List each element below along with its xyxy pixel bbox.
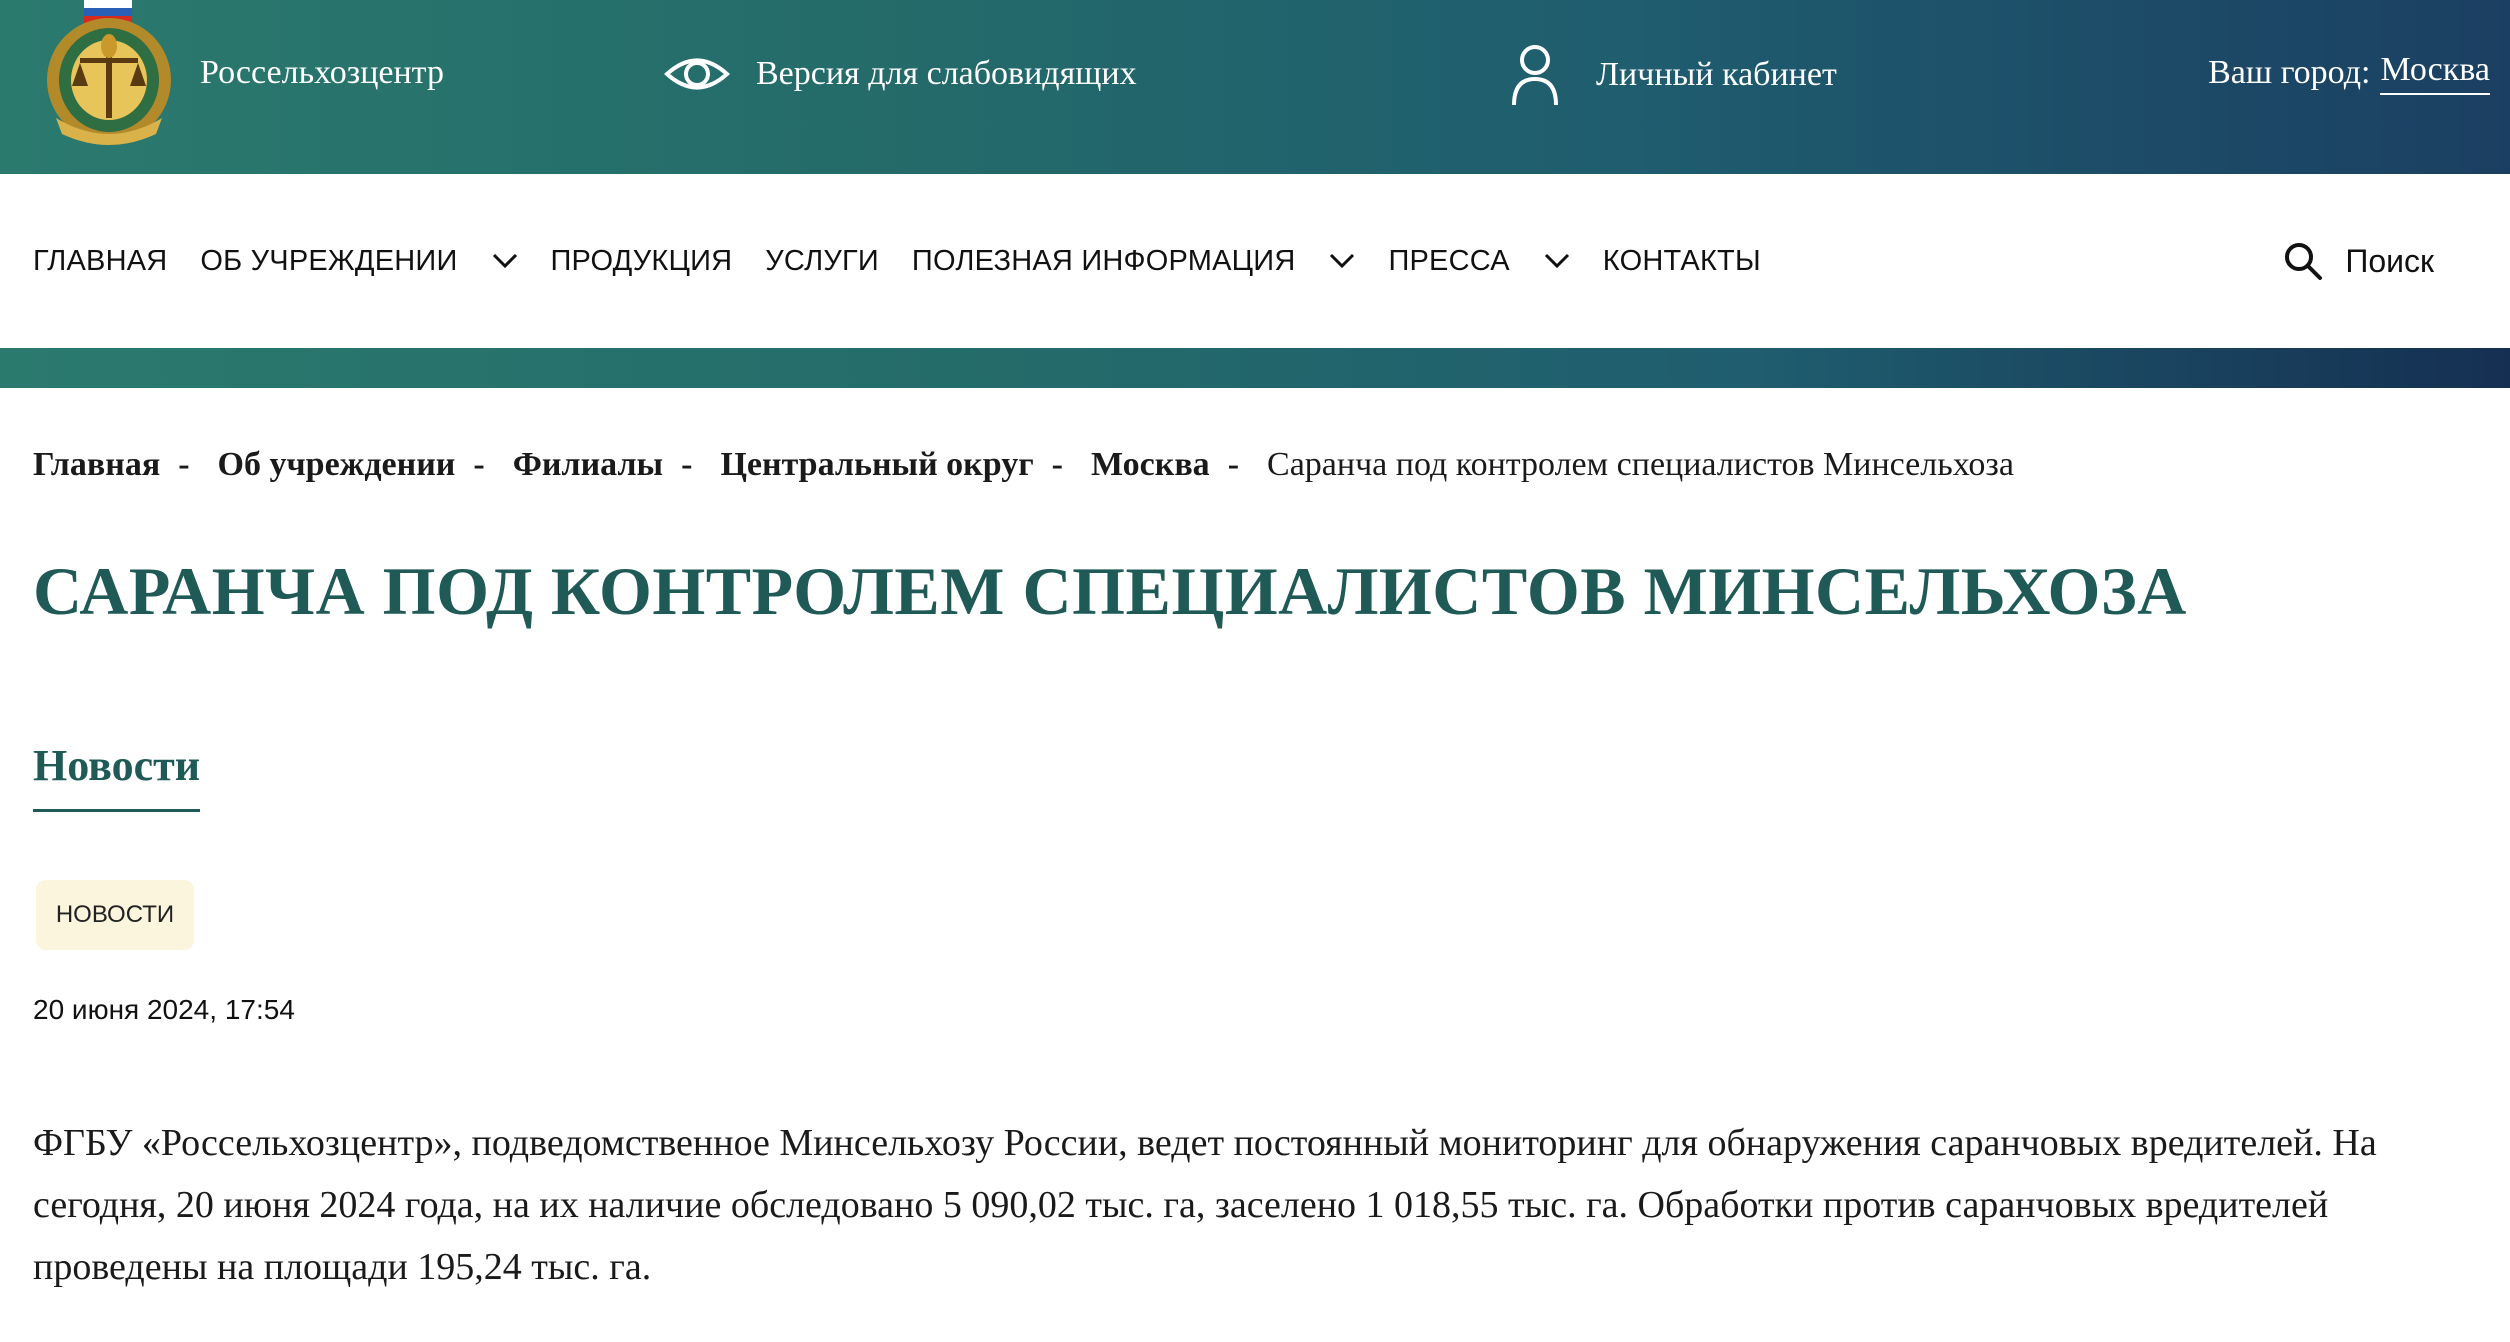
city-value-link[interactable]: Москва [2380, 51, 2490, 95]
nav-item-about[interactable]: ОБ УЧРЕЖДЕНИИ [200, 245, 517, 278]
article-body: ФГБУ «Россельхозцентр», подведомственное… [33, 1122, 2377, 1288]
nav-item-label: ПРЕССА [1388, 244, 1510, 277]
nav-item-label: ПОЛЕЗНАЯ ИНФОРМАЦИЯ [911, 244, 1296, 277]
decorative-stripe [0, 348, 2510, 388]
city-label: Ваш город: [2208, 54, 2371, 91]
breadcrumb-about[interactable]: Об учреждении [218, 446, 456, 484]
page-title: САРАНЧА ПОД КОНТРОЛЕМ СПЕЦИАЛИСТОВ МИНСЕ… [33, 553, 2187, 629]
nav-items: ГЛАВНАЯ ОБ УЧРЕЖДЕНИИ ПРОДУКЦИЯ УСЛУГИ П… [33, 174, 1794, 348]
search-icon [2285, 243, 2323, 280]
breadcrumb-separator: - [473, 446, 485, 483]
nav-item-products[interactable]: ПРОДУКЦИЯ [551, 245, 733, 278]
tab-news[interactable]: Новости [33, 740, 201, 812]
personal-cabinet-link[interactable]: Личный кабинет [1510, 40, 1837, 110]
breadcrumb-central-district[interactable]: Центральный округ [720, 446, 1033, 484]
breadcrumb-separator: - [681, 446, 693, 483]
search-button[interactable]: Поиск [2283, 236, 2434, 286]
chevron-down-icon [1544, 253, 1569, 269]
breadcrumb-home[interactable]: Главная [33, 446, 160, 484]
publication-date: 20 июня 2024, 17:54 [33, 994, 295, 1025]
nav-item-home[interactable]: ГЛАВНАЯ [33, 245, 167, 278]
breadcrumb-current: Саранча под контролем специалистов Минсе… [1267, 446, 2014, 483]
search-label: Поиск [2345, 242, 2434, 279]
accessibility-label: Версия для слабовидящих [756, 55, 1137, 92]
eye-icon [664, 58, 730, 90]
news-tag[interactable]: НОВОСТИ [36, 880, 194, 950]
brand-name[interactable]: Россельхозцентр [200, 50, 444, 96]
coat-of-arms-logo[interactable] [36, 0, 182, 150]
accessibility-version-link[interactable]: Версия для слабовидящих [664, 44, 1137, 104]
nav-item-contacts[interactable]: КОНТАКТЫ [1603, 245, 1761, 278]
user-icon [1512, 45, 1558, 106]
nav-item-press[interactable]: ПРЕССА [1388, 245, 1569, 278]
nav-item-useful-info[interactable]: ПОЛЕЗНАЯ ИНФОРМАЦИЯ [912, 245, 1356, 278]
main-navigation: ГЛАВНАЯ ОБ УЧРЕЖДЕНИИ ПРОДУКЦИЯ УСЛУГИ П… [0, 174, 2510, 348]
breadcrumb-moscow[interactable]: Москва [1091, 446, 1210, 484]
nav-item-label: КОНТАКТЫ [1602, 244, 1761, 277]
cabinet-label: Личный кабинет [1596, 56, 1837, 93]
breadcrumb-separator: - [1051, 446, 1063, 483]
breadcrumb-branches[interactable]: Филиалы [513, 446, 663, 484]
chevron-down-icon [492, 253, 517, 269]
logo-emblem-icon [47, 0, 171, 145]
nav-item-services[interactable]: УСЛУГИ [765, 245, 879, 278]
breadcrumb-separator: - [178, 446, 190, 483]
chevron-down-icon [1330, 253, 1355, 269]
nav-item-label: ОБ УЧРЕЖДЕНИИ [200, 244, 458, 277]
breadcrumb: Главная - Об учреждении - Филиалы - Цент… [33, 440, 2014, 490]
nav-item-label: ГЛАВНАЯ [33, 244, 168, 277]
city-selector: Ваш город: Москва [2208, 50, 2490, 96]
nav-item-label: УСЛУГИ [765, 244, 879, 277]
breadcrumb-separator: - [1227, 446, 1240, 483]
top-header: Россельхозцентр Версия для слабовидящих … [0, 0, 2510, 174]
nav-item-label: ПРОДУКЦИЯ [550, 244, 733, 277]
